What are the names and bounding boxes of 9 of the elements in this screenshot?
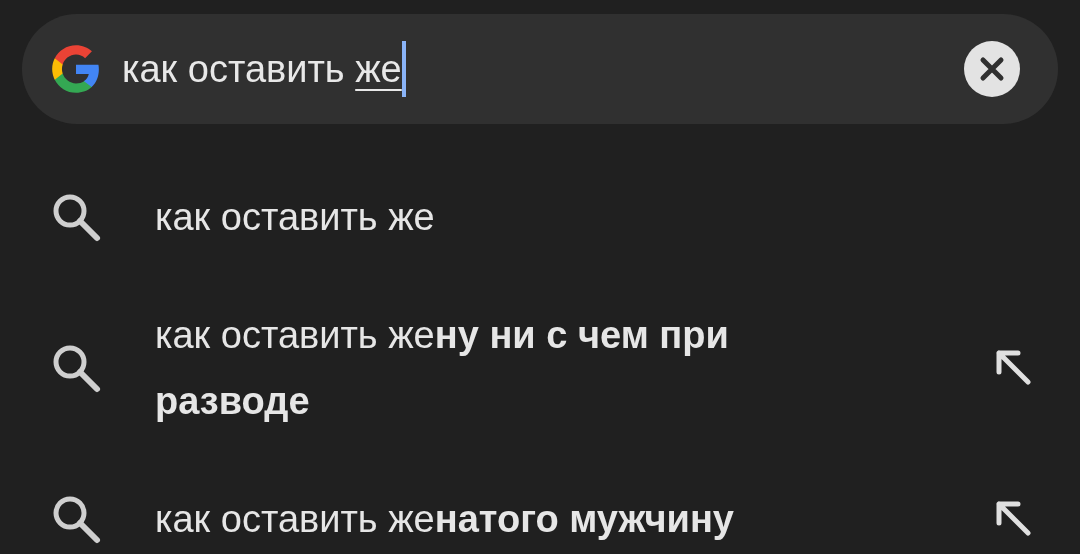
suggestion-link[interactable]: как оставить женатого мужчину [155,486,905,552]
close-icon [979,56,1005,82]
suggestion-link[interactable]: как оставить же [155,184,905,250]
arrow-icon[interactable] [994,499,1034,539]
suggestion-link[interactable]: как оставить жену ни с чем при разводе [155,302,905,434]
arrow-icon[interactable] [994,348,1034,388]
clear-button[interactable] [964,41,1020,97]
search-field[interactable]: как оставить же [122,39,964,99]
g-logo-icon [50,43,102,95]
